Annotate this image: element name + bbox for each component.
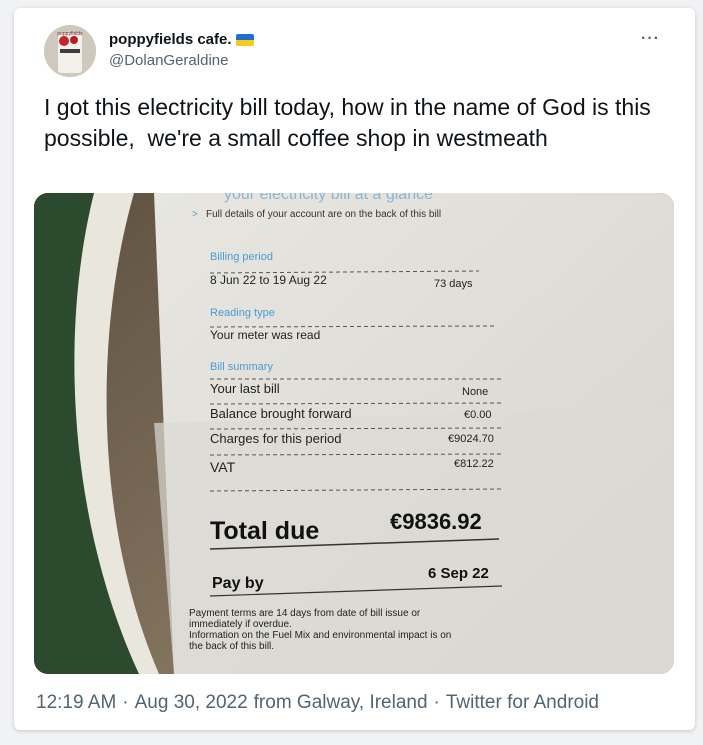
- bill-row-label: Charges for this period: [210, 431, 342, 446]
- tweet-photo[interactable]: your electricity bill at a glance > Full…: [34, 193, 674, 674]
- tweet-time[interactable]: 12:19 AM: [36, 692, 116, 713]
- pay-by-value: 6 Sep 22: [428, 565, 489, 582]
- tweet-date[interactable]: Aug 30, 2022: [135, 692, 248, 713]
- more-horizontal-icon[interactable]: ···: [641, 30, 665, 47]
- display-name[interactable]: poppyfields cafe.: [109, 31, 254, 48]
- total-due-value: €9836.92: [390, 509, 482, 534]
- bill-summary-label: Bill summary: [210, 361, 273, 373]
- separator: ·: [122, 692, 129, 713]
- bill-row-label: Your last bill: [210, 381, 280, 396]
- tweet-card: poppyfields poppyfields cafe. @DolanGera…: [14, 8, 695, 730]
- tweet-location: from Galway, Ireland: [253, 692, 428, 713]
- billing-days: 73 days: [434, 278, 473, 290]
- avatar[interactable]: poppyfields: [44, 25, 96, 77]
- chevron-right-icon: >: [192, 209, 198, 220]
- billing-period-label: Billing period: [210, 251, 273, 263]
- display-name-text[interactable]: poppyfields cafe.: [109, 31, 232, 48]
- tweet-client[interactable]: Twitter for Android: [446, 692, 599, 713]
- avatar-label: poppyfields: [57, 31, 83, 37]
- ukraine-flag-icon: [235, 33, 254, 46]
- bill-header: your electricity bill at a glance: [224, 193, 433, 203]
- footnote-line: Information on the Fuel Mix and environm…: [189, 630, 451, 641]
- tweet-text: I got this electricity bill today, how i…: [44, 94, 658, 151]
- avatar-image: poppyfields: [44, 25, 96, 77]
- bill-row-value: €9024.70: [448, 433, 494, 445]
- separator: ·: [433, 692, 440, 713]
- bill-row-label: Balance brought forward: [210, 406, 352, 421]
- footnote-line: the back of this bill.: [189, 641, 274, 652]
- total-due-label: Total due: [210, 517, 319, 545]
- pay-by-label: Pay by: [212, 575, 264, 592]
- billing-period-value: 8 Jun 22 to 19 Aug 22: [210, 273, 327, 287]
- reading-type-label: Reading type: [210, 307, 275, 319]
- footnote-line: Payment terms are 14 days from date of b…: [189, 608, 421, 619]
- bill-row-value: €812.22: [454, 458, 494, 470]
- bill-row-value: €0.00: [464, 409, 492, 421]
- bill-details-link: Full details of your account are on the …: [206, 209, 441, 220]
- bill-row-value: None: [462, 386, 488, 398]
- footnote-line: immediately if overdue.: [189, 619, 292, 630]
- tweet-metadata: 12:19 AM · Aug 30, 2022 from Galway, Irelan…: [36, 692, 605, 714]
- bill-row-label: VAT: [210, 459, 236, 475]
- user-handle[interactable]: @DolanGeraldine: [109, 52, 228, 69]
- reading-type-value: Your meter was read: [210, 328, 320, 342]
